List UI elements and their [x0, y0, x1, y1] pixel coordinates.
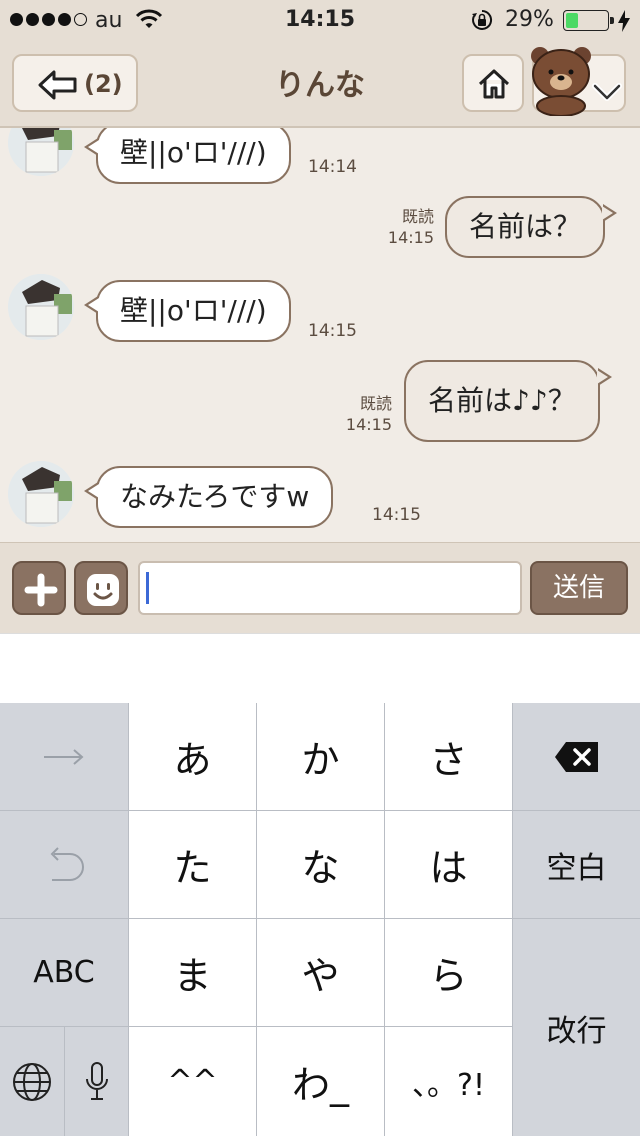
charging-bolt-icon [618, 10, 630, 32]
add-attachment-button[interactable] [12, 561, 66, 615]
message-time: 14:15 [308, 321, 357, 341]
message-meta: 既読 14:15 [338, 393, 392, 435]
key-ta[interactable]: た [129, 811, 256, 918]
avatar-image [8, 128, 74, 176]
smiley-icon [87, 574, 119, 606]
message-bubble-outgoing[interactable]: 名前は？ [445, 196, 618, 258]
avatar[interactable] [8, 128, 74, 176]
message-time: 14:15 [387, 228, 434, 247]
globe-icon [13, 1062, 51, 1101]
home-icon [478, 69, 510, 99]
message-text: 壁||o'ロ'///) [120, 136, 267, 169]
next-candidate-key[interactable] [0, 703, 128, 810]
globe-key[interactable] [0, 1027, 64, 1136]
sticker-button[interactable] [74, 561, 128, 615]
key-a[interactable]: あ [129, 703, 256, 810]
keyboard: あ か さ た な は 空白 ABC ま や ら 改行 ^^ わ_ 、。?! [0, 703, 640, 1136]
message-bubble-incoming[interactable]: 壁||o'ロ'///) [84, 128, 291, 184]
delete-key[interactable] [513, 703, 640, 810]
avatar[interactable] [8, 274, 74, 340]
bear-sticker-icon[interactable] [526, 44, 596, 116]
undo-key[interactable] [0, 811, 128, 918]
key-ma[interactable]: ま [129, 919, 256, 1026]
message-bubble-incoming[interactable]: なみたろですw [83, 466, 334, 528]
read-receipt: 既読 [359, 394, 392, 413]
delete-icon [554, 741, 598, 772]
key-punctuation[interactable]: 、。?! [385, 1027, 512, 1136]
plus-icon [24, 573, 58, 607]
avatar[interactable] [8, 461, 74, 527]
avatar-image [8, 461, 74, 527]
key-sa[interactable]: さ [385, 703, 512, 810]
message-meta: 既読 14:15 [380, 206, 434, 248]
key-ka[interactable]: か [257, 703, 384, 810]
message-time: 14:15 [372, 505, 421, 525]
read-receipt: 既読 [401, 207, 434, 226]
rotation-lock-icon [472, 9, 493, 30]
arrow-right-icon [44, 748, 84, 765]
home-button[interactable] [462, 54, 524, 112]
key-ya[interactable]: や [257, 919, 384, 1026]
message-time: 14:14 [308, 157, 357, 177]
battery-nub [610, 17, 614, 24]
chevron-down-icon[interactable] [592, 82, 622, 102]
chat-area[interactable]: 壁||o'ロ'///) 14:14 既読 14:15 名前は？ 壁||o'ロ'/… [0, 128, 640, 542]
status-bar: au 14:15 29% [0, 0, 640, 40]
message-text: 名前は♪♪？ [428, 384, 576, 417]
key-wa[interactable]: わ_ [257, 1027, 384, 1136]
battery-icon [563, 10, 614, 31]
message-time: 14:15 [345, 415, 392, 434]
message-text: 壁||o'ロ'///) [120, 294, 267, 327]
battery-level [566, 13, 578, 28]
key-na[interactable]: な [257, 811, 384, 918]
message-text: 名前は？ [469, 210, 582, 243]
prediction-area [0, 633, 640, 703]
undo-icon [50, 846, 84, 881]
microphone-icon [85, 1061, 108, 1100]
return-key[interactable]: 改行 [513, 919, 640, 1136]
key-ra[interactable]: ら [385, 919, 512, 1026]
message-input-bar: 送信 [0, 542, 640, 633]
battery-percent: 29% [505, 7, 554, 32]
dictation-key[interactable] [65, 1027, 128, 1136]
send-button[interactable]: 送信 [530, 561, 628, 615]
key-emoticon[interactable]: ^^ [129, 1027, 256, 1136]
abc-key[interactable]: ABC [0, 919, 128, 1026]
message-bubble-incoming[interactable]: 壁||o'ロ'///) [84, 280, 291, 342]
message-bubble-outgoing[interactable]: 名前は♪♪？ [404, 360, 612, 442]
key-ha[interactable]: は [385, 811, 512, 918]
message-input[interactable] [138, 561, 522, 615]
message-text: なみたろですw [120, 480, 310, 513]
avatar-image [8, 274, 74, 340]
space-key[interactable]: 空白 [513, 811, 640, 918]
text-caret [146, 572, 149, 604]
